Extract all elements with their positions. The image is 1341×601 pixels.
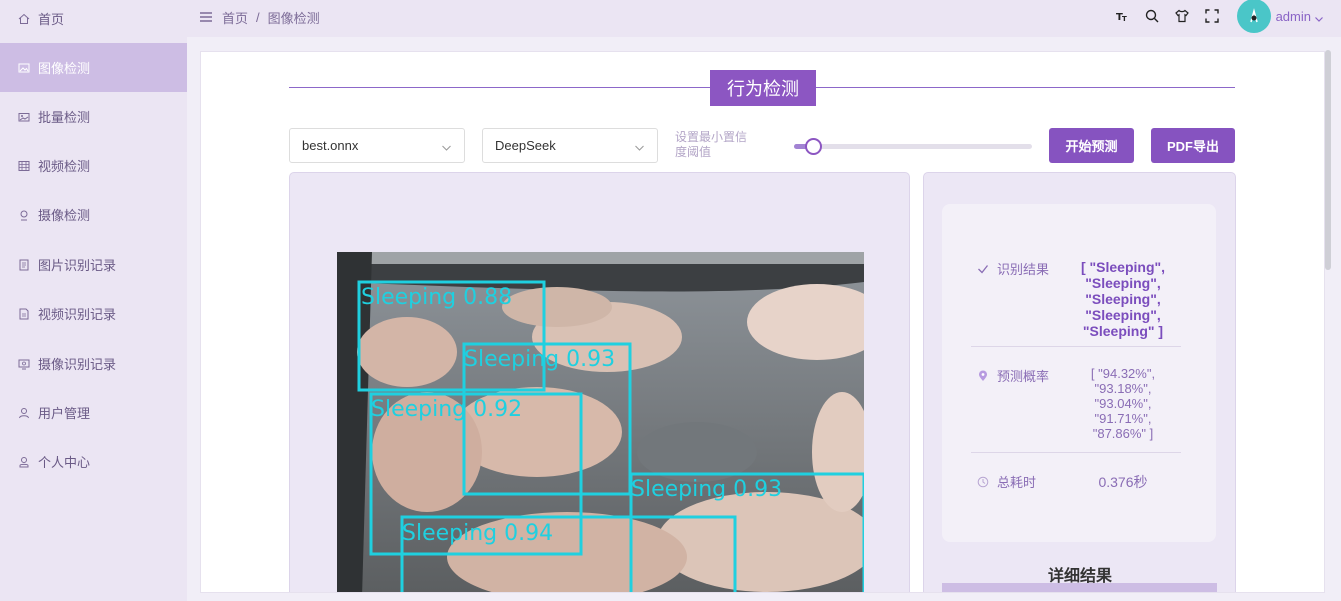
sidebar-item-camera-records[interactable]: 摄像识别记录: [0, 339, 187, 388]
breadcrumb: 首页 / 图像检测: [222, 8, 320, 27]
svg-text:T: T: [1122, 15, 1127, 23]
video-icon: [17, 159, 30, 172]
fullscreen-icon[interactable]: [1204, 8, 1220, 24]
avatar[interactable]: [1236, 0, 1271, 33]
sidebar-item-label: 摄像识别记录: [38, 357, 117, 372]
chevron-down-icon: [634, 141, 645, 152]
result-class-line: "Sleeping",: [1085, 275, 1161, 291]
sidebar-item-batch-detect[interactable]: 批量检测: [0, 92, 187, 141]
result-prob-line: "93.18%",: [1094, 381, 1152, 396]
result-class-label-text: 识别结果: [997, 262, 1050, 277]
detection-label: Sleeping 0.92: [371, 397, 522, 422]
location-pin-icon: [979, 370, 987, 381]
chevron-down-icon[interactable]: [1314, 11, 1324, 22]
sidebar-item-label: 图像检测: [38, 61, 91, 76]
page-title: 行为检测: [710, 70, 816, 106]
detection-label: Sleeping 0.88: [361, 285, 512, 310]
sidebar-item-video-detect[interactable]: 视频检测: [0, 141, 187, 190]
screen-icon: [17, 357, 30, 370]
result-prob-line: "87.86%" ]: [1092, 426, 1154, 441]
detection-label: Sleeping 0.93: [631, 477, 782, 502]
start-predict-button[interactable]: 开始预测: [1049, 128, 1134, 163]
page-scrollbar[interactable]: [1325, 50, 1331, 270]
sidebar-item-label: 图片识别记录: [38, 258, 117, 273]
result-class-values: [ "Sleeping", "Sleeping", "Sleeping", "S…: [1073, 259, 1173, 339]
search-icon[interactable]: [1144, 8, 1160, 24]
result-prob-line: [ "94.32%",: [1090, 366, 1156, 381]
sidebar-item-image-records[interactable]: 图片识别记录: [0, 240, 187, 289]
sidebar-item-label: 首页: [38, 12, 65, 27]
result-prob-values: [ "94.32%", "93.18%", "93.04%", "91.71%"…: [1073, 366, 1173, 441]
result-prob-line: "91.71%",: [1094, 411, 1152, 426]
result-time-value: 0.376秒: [1098, 474, 1148, 490]
sidebar-item-label: 视频检测: [38, 159, 91, 174]
home-icon: [17, 12, 30, 25]
result-class-line: "Sleeping",: [1085, 307, 1161, 323]
breadcrumb-home[interactable]: 首页: [222, 8, 248, 27]
sidebar-item-home[interactable]: 首页: [0, 0, 187, 43]
result-prob-label: 预测概率: [977, 366, 1049, 385]
top-header: 首页 / 图像检测 TT admin: [187, 0, 1341, 37]
camera-icon: [17, 208, 30, 221]
sidebar-item-label: 用户管理: [38, 406, 91, 421]
user-icon: [17, 406, 30, 419]
ai-select-value: DeepSeek: [495, 138, 556, 153]
result-divider: [971, 346, 1181, 347]
check-icon: [978, 264, 989, 273]
result-class-line: [ "Sleeping",: [1080, 259, 1166, 275]
user-name[interactable]: admin: [1276, 9, 1311, 24]
chevron-down-icon: [441, 141, 452, 152]
font-size-icon[interactable]: TT: [1114, 8, 1130, 24]
breadcrumb-separator: /: [256, 10, 260, 25]
model-select[interactable]: best.onnx: [289, 128, 465, 163]
result-class-line: "Sleeping",: [1085, 291, 1161, 307]
result-time-label-text: 总耗时: [997, 475, 1037, 490]
ai-select[interactable]: DeepSeek: [482, 128, 658, 163]
sidebar-item-video-records[interactable]: 视频识别记录: [0, 289, 187, 338]
sidebar-item-label: 批量检测: [38, 110, 91, 125]
sidebar-item-label: 视频识别记录: [38, 307, 117, 322]
result-prob-label-text: 预测概率: [997, 369, 1050, 384]
sidebar: 首页 图像检测 批量检测 视频检测 摄像检测 图片识别记录 视频识别记录 摄像识…: [0, 0, 187, 601]
shirt-icon[interactable]: [1174, 8, 1190, 24]
pdf-export-button[interactable]: PDF导出: [1151, 128, 1235, 163]
model-select-value: best.onnx: [302, 138, 359, 153]
sidebar-item-label: 个人中心: [38, 455, 91, 470]
slider-thumb[interactable]: [805, 138, 822, 155]
main-panel: 行为检测 best.onnx DeepSeek 设置最小置信度阈值 开始预测 P…: [200, 51, 1325, 593]
sidebar-item-label: 摄像检测: [38, 208, 91, 223]
breadcrumb-current: 图像检测: [267, 11, 320, 26]
sidebar-item-camera-detect[interactable]: 摄像检测: [0, 190, 187, 239]
detection-image-svg: Sleeping 0.88 Sleeping 0.93 Sleeping 0.9…: [337, 252, 864, 592]
menu-toggle-icon[interactable]: [199, 10, 213, 24]
clock-icon: [977, 476, 989, 487]
detection-label: Sleeping 0.94: [402, 521, 553, 546]
images-icon: [17, 110, 30, 123]
image-icon: [17, 61, 30, 74]
threshold-slider[interactable]: [794, 138, 1032, 155]
result-class-line: "Sleeping" ]: [1082, 323, 1164, 339]
result-class-label: 识别结果: [977, 259, 1049, 278]
threshold-label: 设置最小置信度阈值: [675, 130, 748, 159]
result-divider: [971, 452, 1181, 453]
sidebar-item-image-detect[interactable]: 图像检测: [0, 43, 187, 92]
person-icon: [17, 455, 30, 468]
doc-icon: [17, 258, 30, 271]
doc-video-icon: [17, 307, 30, 320]
detection-image: Sleeping 0.88 Sleeping 0.93 Sleeping 0.9…: [337, 252, 864, 592]
result-time-label: 总耗时: [977, 472, 1036, 491]
header-tools: TT admin: [1107, 0, 1324, 33]
result-prob-line: "93.04%",: [1094, 396, 1152, 411]
sidebar-item-user-management[interactable]: 用户管理: [0, 388, 187, 437]
detection-label: Sleeping 0.93: [464, 347, 615, 372]
sidebar-item-profile[interactable]: 个人中心: [0, 437, 187, 486]
detail-results-header: [942, 583, 1217, 592]
